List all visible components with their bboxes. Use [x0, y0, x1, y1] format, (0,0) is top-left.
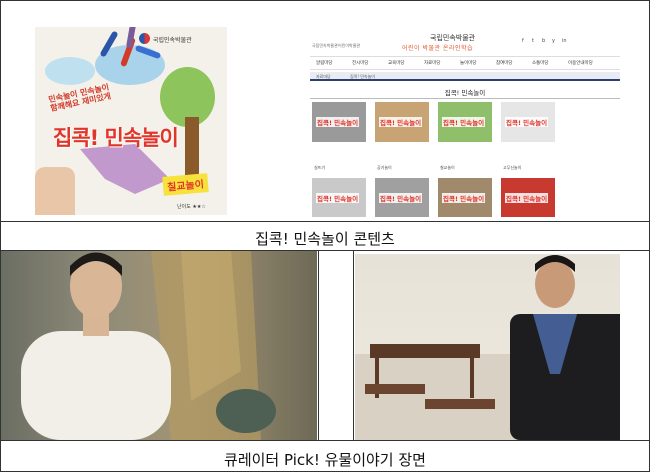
curator-scene-right [355, 255, 620, 440]
poster-subtitle: 민속놀이 민속놀이 함께해요 재미있게 [47, 82, 112, 113]
breadcrumb-item[interactable]: 집콕! 민속놀이 [350, 74, 375, 80]
divider-bottom-caption-upper [0, 440, 650, 441]
poster-image: 국립민속박물관 민속놀이 민속놀이 함께해요 재미있게 집콕! 민속놀이 칠교놀… [35, 27, 227, 215]
divider-top-caption-upper [0, 221, 650, 222]
top-caption: 집콕! 민속놀이 콘텐츠 [255, 230, 395, 248]
poster-sticker: 칠교놀이 [162, 173, 209, 196]
nav-item[interactable]: 놀이마당 [460, 60, 477, 66]
util-link-museum[interactable]: 국립민속박물관 [312, 43, 338, 49]
nav-item[interactable]: 이용안내마당 [568, 60, 593, 66]
poster-title: 집콕! 민속놀이 [53, 126, 179, 150]
thumbnail-title: 집콕! 민속놀이 [379, 117, 423, 127]
poster-brand: 국립민속박물관 [153, 37, 192, 44]
poster-trunk [185, 117, 199, 177]
thumbnail-title: 집콕! 민속놀이 [505, 193, 549, 203]
thumbnail-title: 집콕! 민속놀이 [316, 193, 360, 203]
breadcrumb: 자료마당 집콕! 민속놀이 [310, 72, 620, 81]
nav-item[interactable]: 소통마당 [532, 60, 549, 66]
thumbnail-card[interactable]: 집콕! 민속놀이 [375, 178, 429, 217]
youtube-icon[interactable]: y [552, 38, 555, 44]
facebook-icon[interactable]: f [522, 38, 524, 44]
instagram-icon[interactable]: in [562, 38, 567, 44]
poster-hand-left [35, 167, 75, 215]
site-title: 어린이 박물관 온라인학습 [402, 45, 474, 52]
thumbnail-card[interactable]: 집콕! 민속놀이 [438, 178, 492, 217]
thumbnail-caption: 공기놀이 [377, 165, 392, 170]
site-org: 국립민속박물관 [430, 34, 476, 42]
poster-footer: 난이도 ★★☆ [177, 204, 206, 210]
museum-logo-icon [139, 33, 150, 44]
thumbnail-title: 집콕! 민속놀이 [379, 193, 423, 203]
thumbnail-card[interactable]: 집콕! 민속놀이 [375, 102, 429, 142]
thumbnail-card[interactable]: 집콕! 민속놀이 [501, 102, 555, 142]
thumbnail-title: 집콕! 민속놀이 [442, 117, 486, 127]
thumbnail-card[interactable]: 집콕! 민속놀이 [312, 102, 366, 142]
divider-photo-right [353, 250, 354, 440]
util-link-children[interactable]: 어린이박물관 [338, 43, 360, 49]
page-title-underline [310, 98, 620, 99]
blog-icon[interactable]: b [542, 38, 545, 44]
nav-item[interactable]: 참여마당 [496, 60, 513, 66]
twitter-icon[interactable]: t [532, 38, 534, 44]
website-screenshot: 국립민속박물관 어린이박물관 국립민속박물관 어린이 박물관 온라인학습 f t… [310, 30, 620, 217]
thumbnail-title: 집콕! 민속놀이 [316, 117, 360, 127]
poster-cloud-2 [45, 57, 95, 85]
nav-item[interactable]: 자료마당 [424, 60, 441, 66]
thumbnail-card[interactable]: 집콕! 민속놀이 [312, 178, 366, 217]
curator-photo-right [355, 254, 620, 440]
breadcrumb-item[interactable]: 자료마당 [316, 74, 331, 80]
nav-item[interactable]: 알림마당 [316, 60, 333, 66]
divider-photo-left [318, 250, 319, 440]
nav-item[interactable]: 전시마당 [352, 60, 369, 66]
curator-photo-left [1, 251, 317, 440]
curator-scene-left [21, 251, 276, 440]
thumbnail-card[interactable]: 집콕! 민속놀이 [438, 102, 492, 142]
bottom-caption: 큐레이터 Pick! 유물이야기 장면 [224, 451, 426, 469]
thumbnail-caption: 칠교놀이 [440, 165, 455, 170]
thumbnail-title: 집콕! 민속놀이 [505, 117, 549, 127]
main-nav: 알림마당 전시마당 교육마당 자료마당 놀이마당 참여마당 소통마당 이용안내마… [310, 56, 620, 70]
thumbnail-caption: 고무신놀이 [503, 165, 522, 170]
thumbnail-title: 집콕! 민속놀이 [442, 193, 486, 203]
nav-item[interactable]: 교육마당 [388, 60, 405, 66]
thumbnail-card[interactable]: 집콕! 민속놀이 [501, 178, 555, 217]
page-title: 집콕! 민속놀이 [444, 89, 486, 97]
thumbnail-caption: 실뜨기 [314, 165, 326, 170]
